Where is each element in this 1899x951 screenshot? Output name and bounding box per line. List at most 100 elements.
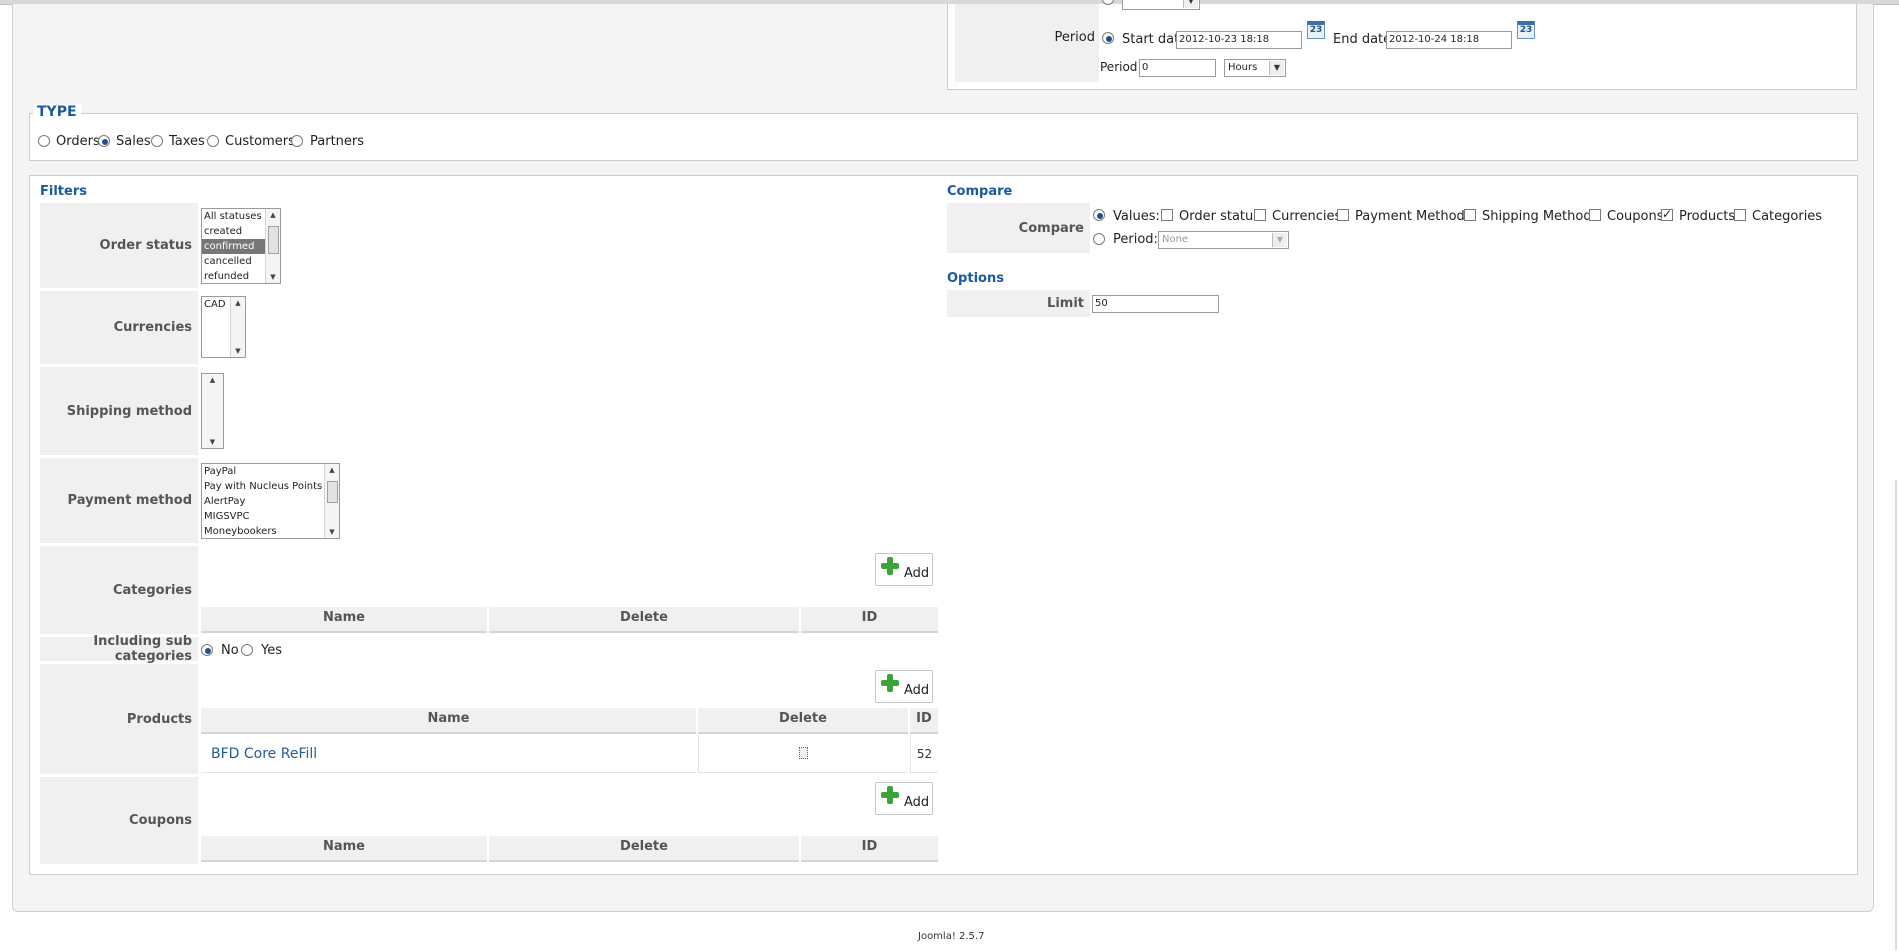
- period-value-label: Period: [1100, 60, 1138, 74]
- add-icon: [881, 557, 899, 575]
- type-customers-label: Customers: [225, 134, 295, 149]
- order-status-listbox[interactable]: All statuses created confirmed cancelled…: [201, 208, 281, 284]
- payment-method-listbox[interactable]: PayPal Pay with Nucleus Points AlertPay …: [201, 463, 340, 539]
- period-unit-select[interactable]: Hours ▼: [1224, 59, 1286, 77]
- sub-categories-label: Including sub categories: [93, 634, 192, 664]
- scrollbar[interactable]: ▲ ▼: [265, 209, 280, 283]
- currencies-listbox[interactable]: CAD ▲ ▼: [201, 296, 246, 358]
- compare-check-payment-methods[interactable]: [1337, 209, 1349, 221]
- compare-label-cell: Compare: [947, 203, 1090, 253]
- scroll-up-icon[interactable]: ▲: [325, 464, 339, 476]
- add-icon: [881, 674, 899, 692]
- scroll-thumb[interactable]: [327, 481, 338, 503]
- scrollbar[interactable]: ▲ ▼: [324, 464, 339, 538]
- options-heading: Options: [947, 271, 1004, 286]
- start-calendar-icon[interactable]: 23: [1307, 21, 1325, 39]
- type-radio-customers[interactable]: [207, 135, 219, 147]
- list-item[interactable]: Pay with Nucleus Points: [202, 479, 339, 494]
- limit-input[interactable]: 50: [1092, 295, 1219, 313]
- scroll-up-icon[interactable]: ▲: [231, 297, 245, 309]
- scroll-up-icon[interactable]: ▲: [266, 209, 280, 221]
- type-radio-sales[interactable]: [98, 135, 110, 147]
- currencies-label: Currencies: [113, 320, 192, 335]
- scroll-thumb[interactable]: [268, 226, 279, 254]
- list-item[interactable]: MIGSVPC: [202, 509, 339, 524]
- shipping-method-label-cell: Shipping method: [40, 367, 198, 455]
- products-label-cell: Products: [40, 664, 198, 774]
- period-radio-range[interactable]: [1102, 32, 1114, 44]
- compare-currencies-label: Currencies: [1272, 209, 1342, 224]
- footer-version: Joomla! 2.5.7: [918, 931, 985, 942]
- scroll-down-icon[interactable]: ▼: [202, 436, 223, 448]
- payment-method-label-cell: Payment method: [40, 458, 198, 543]
- period-radio-today[interactable]: [1102, 0, 1114, 5]
- add-product-label: Add: [904, 683, 930, 698]
- add-coupon-label: Add: [904, 795, 930, 810]
- type-radio-taxes[interactable]: [151, 135, 163, 147]
- scroll-up-icon[interactable]: ▲: [202, 374, 223, 386]
- categories-col-id: ID: [801, 607, 938, 633]
- sub-categories-yes-label: Yes: [261, 643, 282, 658]
- shipping-method-label: Shipping method: [66, 403, 192, 419]
- end-date-input[interactable]: 2012-10-24 18:18: [1386, 31, 1512, 49]
- compare-check-order-status[interactable]: [1161, 209, 1173, 221]
- sub-categories-radio-no[interactable]: [201, 644, 213, 656]
- add-icon: [881, 786, 899, 804]
- compare-heading: Compare: [947, 184, 1013, 199]
- list-item[interactable]: AlertPay: [202, 494, 339, 509]
- compare-categories-label: Categories: [1752, 209, 1823, 224]
- end-calendar-icon[interactable]: 23: [1517, 21, 1535, 39]
- coupons-label-cell: Coupons: [40, 777, 198, 864]
- period-value-input[interactable]: 0: [1139, 59, 1216, 77]
- list-item[interactable]: Moneybookers: [202, 524, 339, 538]
- currencies-label-cell: Currencies: [40, 291, 198, 364]
- scrollbar[interactable]: ▲ ▼: [230, 297, 245, 357]
- compare-radio-period[interactable]: [1093, 233, 1105, 245]
- add-category-button[interactable]: Add: [875, 553, 933, 586]
- scroll-down-icon[interactable]: ▼: [231, 345, 245, 357]
- compare-check-products[interactable]: [1661, 207, 1673, 221]
- sub-categories-label-cell: Including sub categories: [40, 634, 198, 664]
- compare-products-label: Products: [1679, 209, 1736, 224]
- compare-period-select[interactable]: None ▼: [1158, 231, 1289, 249]
- shipping-method-listbox[interactable]: ▲ ▼: [201, 373, 224, 449]
- sub-categories-no-label: No: [221, 643, 239, 658]
- compare-check-currencies[interactable]: [1254, 209, 1266, 221]
- compare-check-coupons[interactable]: [1589, 209, 1601, 221]
- product-row-delete: [698, 735, 908, 773]
- period-label: Period: [1054, 30, 1095, 45]
- categories-label-cell: Categories: [40, 546, 198, 634]
- coupons-label: Coupons: [129, 813, 192, 828]
- compare-check-categories[interactable]: [1734, 209, 1746, 221]
- period-unit-value: Hours: [1228, 62, 1258, 73]
- end-date-label: End date: [1333, 32, 1392, 47]
- scroll-down-icon[interactable]: ▼: [266, 271, 280, 283]
- products-col-id: ID: [910, 708, 938, 734]
- type-partners-label: Partners: [310, 134, 365, 149]
- start-date-input[interactable]: 2012-10-23 18:18: [1176, 31, 1302, 49]
- today-select[interactable]: ▼: [1122, 0, 1200, 10]
- compare-shipping-methods-label: Shipping Methods: [1482, 209, 1599, 224]
- type-radio-partners[interactable]: [291, 135, 303, 147]
- compare-radio-values[interactable]: [1093, 209, 1105, 221]
- categories-col-delete: Delete: [489, 607, 799, 633]
- type-radio-orders[interactable]: [38, 135, 50, 147]
- add-coupon-button[interactable]: Add: [875, 782, 933, 815]
- product-row-name[interactable]: BFD Core ReFill: [201, 735, 696, 773]
- order-status-label: Order status: [99, 238, 192, 253]
- compare-check-shipping-methods[interactable]: [1464, 209, 1476, 221]
- sub-categories-radio-yes[interactable]: [241, 644, 253, 656]
- coupons-col-name: Name: [201, 836, 487, 862]
- compare-period-label: Period:: [1113, 232, 1158, 247]
- products-label: Products: [126, 711, 192, 727]
- categories-col-name: Name: [201, 607, 487, 633]
- delete-icon[interactable]: [799, 747, 808, 759]
- add-product-button[interactable]: Add: [875, 670, 933, 703]
- scroll-down-icon[interactable]: ▼: [325, 526, 339, 538]
- type-taxes-label: Taxes: [169, 134, 205, 149]
- products-col-name: Name: [201, 708, 696, 734]
- list-item[interactable]: PayPal: [202, 464, 339, 479]
- scrollbar[interactable]: ▲ ▼: [202, 374, 223, 448]
- type-legend: TYPE: [33, 104, 81, 120]
- type-orders-label: Orders: [56, 134, 100, 149]
